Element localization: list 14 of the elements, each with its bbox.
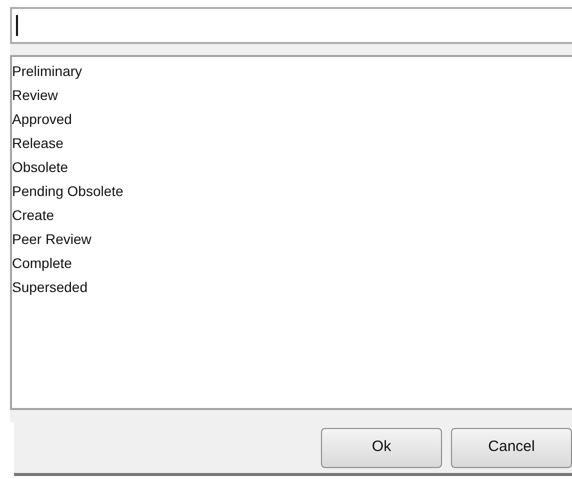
list-item[interactable]: Preliminary (12, 59, 572, 83)
text-cursor (16, 15, 18, 36)
list-item[interactable]: Pending Obsolete (12, 179, 572, 203)
list-item[interactable]: Superseded (12, 275, 572, 299)
dialog-button[interactable]: Ok (321, 428, 442, 468)
list-item[interactable]: Approved (12, 107, 572, 131)
list-item[interactable]: Complete (12, 251, 572, 275)
list-item[interactable]: Create (12, 203, 572, 227)
dialog-button[interactable]: Cancel (451, 428, 572, 468)
text-field[interactable] (10, 7, 572, 44)
list-item[interactable]: Obsolete (12, 155, 572, 179)
list-item[interactable]: Peer Review (12, 227, 572, 251)
list-item[interactable]: Release (12, 131, 572, 155)
list-item[interactable]: Review (12, 83, 572, 107)
